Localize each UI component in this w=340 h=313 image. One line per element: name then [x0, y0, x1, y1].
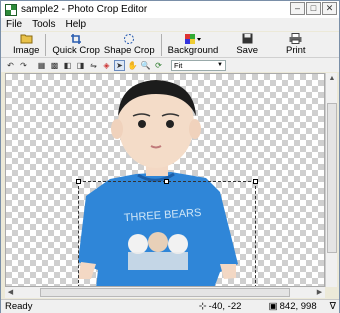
print-button[interactable]: Print — [284, 32, 308, 56]
redo-icon[interactable]: ↷ — [18, 60, 29, 71]
scroll-right-icon[interactable]: ▶ — [314, 287, 325, 298]
close-button[interactable]: ✕ — [322, 2, 337, 15]
save-button[interactable]: Save — [234, 32, 260, 56]
vertical-scrollbar[interactable]: ▲ — [325, 73, 337, 287]
image-size: 842, 998 — [279, 301, 317, 312]
crop-selection[interactable] — [78, 181, 256, 286]
image-button[interactable]: Image — [11, 32, 41, 56]
zoom-value: Fit — [174, 60, 183, 70]
crop-handle[interactable] — [164, 179, 169, 184]
status-text: Ready — [5, 301, 33, 312]
maximize-button[interactable]: □ — [306, 2, 321, 15]
scroll-thumb[interactable] — [327, 103, 337, 253]
shape-crop-label: Shape Crop — [103, 45, 155, 56]
background-icon — [184, 32, 202, 45]
image-button-label: Image — [13, 45, 40, 56]
shape-crop-icon — [123, 32, 135, 45]
menu-bar: File Tools Help — [1, 18, 339, 31]
zoom-select[interactable]: Fit ▼ — [171, 59, 226, 71]
floppy-icon — [242, 32, 253, 45]
status-bar: Ready ⊹ -40, -22 ▣ 842, 998 ∇ — [1, 299, 339, 313]
app-window: sample2 - Photo Crop Editor – □ ✕ File T… — [0, 0, 340, 313]
hand-icon[interactable]: ✋ — [127, 60, 138, 71]
pointer-icon[interactable]: ➤ — [114, 59, 125, 71]
printer-icon — [289, 32, 302, 45]
print-label: Print — [285, 45, 306, 56]
cursor-position: -40, -22 — [208, 301, 242, 312]
scroll-up-icon[interactable]: ▲ — [326, 73, 338, 85]
menu-help[interactable]: Help — [60, 19, 91, 30]
minimize-button[interactable]: – — [290, 2, 305, 15]
toolbar-separator — [160, 34, 162, 56]
title-bar: sample2 - Photo Crop Editor – □ ✕ — [1, 1, 339, 18]
menu-tools[interactable]: Tools — [27, 19, 60, 30]
main-toolbar: Image Quick Crop Shape Crop Background S… — [1, 32, 339, 58]
size-icon: ▣ — [268, 301, 278, 312]
image-canvas[interactable]: THREE BEARS — [5, 73, 325, 287]
app-icon — [5, 3, 17, 16]
undo-icon[interactable]: ↶ — [5, 60, 16, 71]
zoom-icon[interactable]: 🔍 — [140, 60, 151, 71]
window-title: sample2 - Photo Crop Editor — [21, 4, 148, 15]
flip-icon[interactable]: ⇋ — [88, 60, 99, 71]
folder-icon — [20, 32, 33, 45]
chevron-down-icon: ▼ — [217, 61, 223, 68]
grid-icon[interactable]: ▦ — [36, 60, 47, 71]
menu-file[interactable]: File — [1, 19, 27, 30]
rotate-right-icon[interactable]: ◨ — [75, 60, 86, 71]
crop-handle[interactable] — [76, 179, 81, 184]
cursor-icon: ⊹ — [198, 301, 207, 312]
crop-grid-icon[interactable]: ▩ — [49, 60, 60, 71]
filter-icon: ∇ — [329, 301, 336, 312]
edit-toolbar: ↶ ↷ ▦ ▩ ◧ ◨ ⇋ ◈ ➤ ✋ 🔍 ⟳ Fit ▼ — [1, 58, 339, 72]
refresh-icon[interactable]: ⟳ — [153, 60, 164, 71]
horizontal-scrollbar[interactable]: ◀ ▶ — [5, 287, 325, 298]
quick-crop-label: Quick Crop — [52, 45, 100, 56]
scroll-left-icon[interactable]: ◀ — [5, 287, 16, 298]
background-label: Background — [167, 45, 219, 56]
scroll-thumb[interactable] — [40, 288, 290, 297]
rotate-left-icon[interactable]: ◧ — [62, 60, 73, 71]
save-label: Save — [236, 45, 258, 56]
crop-handle[interactable] — [253, 179, 258, 184]
background-button[interactable]: Background — [166, 32, 221, 56]
color-icon[interactable]: ◈ — [101, 60, 112, 71]
shape-crop-button[interactable]: Shape Crop — [102, 32, 157, 56]
quick-crop-icon — [70, 32, 83, 45]
quick-crop-button[interactable]: Quick Crop — [50, 32, 102, 56]
toolbar-separator — [45, 34, 47, 56]
